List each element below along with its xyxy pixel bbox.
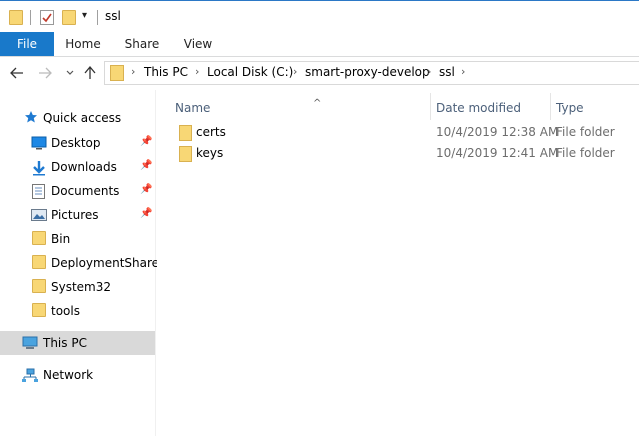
sidebar-item-label: Downloads xyxy=(51,160,117,174)
column-header-name[interactable]: Name ^ xyxy=(175,95,429,121)
tab-file[interactable]: File xyxy=(0,32,54,56)
sidebar-item-label: Documents xyxy=(51,184,120,198)
address-bar[interactable]: › This PC › Local Disk (C:) › smart-prox… xyxy=(104,61,639,85)
file-name: certs xyxy=(196,125,226,139)
desktop-icon xyxy=(31,136,47,150)
ribbon-tabs: File Home Share View xyxy=(0,32,639,57)
properties-icon[interactable] xyxy=(40,10,54,25)
sidebar-item-downloads[interactable]: Downloads 📌 xyxy=(0,155,155,179)
column-separator[interactable] xyxy=(430,93,431,120)
file-list: Name ^ Date modified Type certs 10/4/201… xyxy=(157,90,639,436)
breadcrumb-chevron-icon[interactable]: › xyxy=(131,65,135,78)
breadcrumb-this-pc[interactable]: This PC xyxy=(144,65,188,79)
folder-icon xyxy=(179,146,192,162)
breadcrumb-chevron-icon[interactable]: › xyxy=(427,65,431,78)
folder-icon xyxy=(179,125,192,141)
tab-view[interactable]: View xyxy=(176,32,220,56)
file-name: keys xyxy=(196,146,224,160)
sidebar-item-system32[interactable]: System32 xyxy=(0,275,155,299)
column-header-label: Name xyxy=(175,101,211,115)
tab-home[interactable]: Home xyxy=(58,32,108,56)
sort-ascending-icon: ^ xyxy=(313,98,322,109)
navigation-bar: › This PC › Local Disk (C:) › smart-prox… xyxy=(0,57,639,90)
file-type: File folder xyxy=(556,146,615,160)
sidebar-item-label: tools xyxy=(51,304,80,318)
sidebar-item-label: DeploymentShare xyxy=(51,256,160,270)
column-header-label: Type xyxy=(556,101,584,115)
folder-icon xyxy=(32,303,46,317)
sidebar-item-label: Network xyxy=(43,368,94,382)
file-type: File folder xyxy=(556,125,615,139)
up-arrow-icon[interactable] xyxy=(82,65,98,81)
sidebar-item-label: System32 xyxy=(51,280,112,294)
qat-dropdown-icon[interactable]: ▾ xyxy=(82,10,87,21)
sidebar-item-documents[interactable]: Documents 📌 xyxy=(0,179,155,203)
breadcrumb-smart-proxy-develop[interactable]: smart-proxy-develop xyxy=(305,65,430,79)
pin-icon[interactable]: 📌 xyxy=(140,208,152,219)
column-separator[interactable] xyxy=(550,93,551,120)
new-folder-icon[interactable] xyxy=(62,10,76,25)
forward-arrow-icon[interactable] xyxy=(37,65,53,81)
sidebar-item-tools[interactable]: tools xyxy=(0,299,155,323)
sidebar-item-label: Desktop xyxy=(51,136,101,150)
breadcrumb-ssl[interactable]: ssl xyxy=(439,65,455,79)
download-arrow-icon xyxy=(31,160,45,176)
folder-icon xyxy=(9,10,23,25)
network-icon xyxy=(22,368,38,382)
sidebar-item-label: Pictures xyxy=(51,208,99,222)
folder-icon xyxy=(32,231,46,245)
pictures-icon xyxy=(31,208,47,222)
sidebar-item-quick-access[interactable]: Quick access xyxy=(0,106,155,130)
title-bar: ▾ ssl xyxy=(0,0,639,32)
pin-icon[interactable]: 📌 xyxy=(140,136,152,147)
sidebar-item-network[interactable]: Network xyxy=(0,363,155,387)
qat-separator xyxy=(30,10,31,25)
table-row[interactable]: keys 10/4/2019 12:41 AM File folder xyxy=(169,143,639,165)
column-header-type[interactable]: Type xyxy=(556,95,636,121)
column-header-date-modified[interactable]: Date modified xyxy=(436,95,548,121)
document-icon xyxy=(32,184,46,199)
column-header-label: Date modified xyxy=(436,101,522,115)
pin-icon[interactable]: 📌 xyxy=(140,184,152,195)
sidebar-item-label: This PC xyxy=(43,336,87,350)
sidebar-item-bin[interactable]: Bin xyxy=(0,227,155,251)
sidebar-item-label: Bin xyxy=(51,232,71,246)
folder-icon xyxy=(32,255,46,269)
breadcrumb-chevron-icon[interactable]: › xyxy=(461,65,465,78)
sidebar-item-this-pc[interactable]: This PC xyxy=(0,331,155,355)
sidebar-item-desktop[interactable]: Desktop 📌 xyxy=(0,131,155,155)
sidebar-item-pictures[interactable]: Pictures 📌 xyxy=(0,203,155,227)
recent-locations-chevron-icon[interactable] xyxy=(62,65,78,81)
pin-icon[interactable]: 📌 xyxy=(140,160,152,171)
file-date-modified: 10/4/2019 12:41 AM xyxy=(436,146,559,160)
breadcrumb-chevron-icon[interactable]: › xyxy=(195,65,199,78)
folder-icon xyxy=(110,65,124,81)
table-row[interactable]: certs 10/4/2019 12:38 AM File folder xyxy=(169,122,639,144)
breadcrumb-chevron-icon[interactable]: › xyxy=(293,65,297,78)
title-separator xyxy=(97,10,98,25)
folder-icon xyxy=(32,279,46,293)
back-arrow-icon[interactable] xyxy=(9,65,25,81)
sidebar-item-label: Quick access xyxy=(43,111,122,125)
tab-share[interactable]: Share xyxy=(118,32,166,56)
window-title: ssl xyxy=(105,9,121,23)
file-date-modified: 10/4/2019 12:38 AM xyxy=(436,125,559,139)
navigation-pane: Quick access Desktop 📌 Downloads 📌 Docum… xyxy=(0,90,159,436)
sidebar-item-deploymentshare[interactable]: DeploymentShare xyxy=(0,251,159,275)
star-icon xyxy=(24,110,38,124)
breadcrumb-local-disk[interactable]: Local Disk (C:) xyxy=(207,65,293,79)
computer-icon xyxy=(22,336,38,350)
